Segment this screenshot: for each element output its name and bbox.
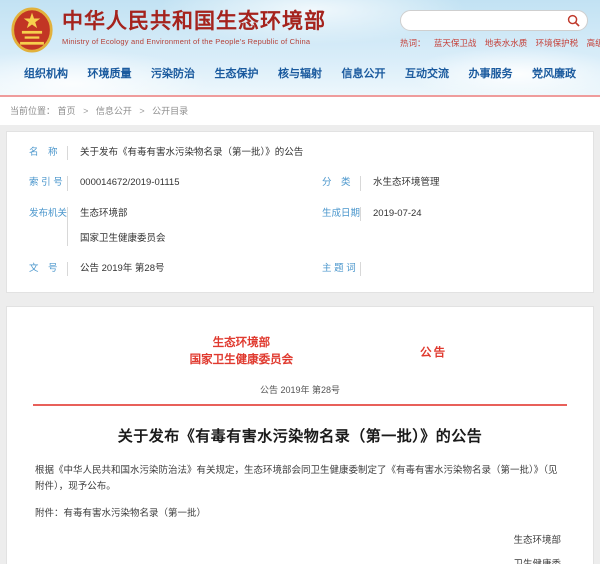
meta-label-issuing-authority: 发布机关 (7, 207, 67, 221)
hot-words: 热词： 蓝天保卫战 地表水水质 环境保护税 高级检索 (400, 37, 588, 49)
meta-value-name: 关于发布《有毒有害水污染物名录（第一批）》的公告 (67, 146, 593, 160)
meta-cell: 发布机关 生态环境部 国家卫生健康委员会 (7, 207, 300, 247)
signature-block: 生态环境部 卫生健康委 2019年7月23日 (39, 532, 561, 564)
meta-row-name: 名 称 关于发布《有毒有害水污染物名录（第一批）》的公告 (7, 138, 593, 168)
document-number: 公告 2019年 第28号 (7, 383, 593, 396)
search-icon (567, 14, 580, 27)
issuer-line-2: 国家卫生健康委员会 (80, 232, 300, 246)
meta-label-index-number: 索 引 号 (7, 176, 67, 190)
letterhead-org-2: 国家卫生健康委员会 (130, 352, 353, 369)
site-title: 中华人民共和国生态环境部 (62, 10, 326, 34)
nav-item-info-disclosure[interactable]: 信息公开 (342, 65, 386, 81)
site-header: 中华人民共和国生态环境部 Ministry of Ecology and Env… (0, 0, 600, 97)
hot-words-label: 热词： (400, 38, 426, 48)
document-body-paragraph: 根据《中华人民共和国水污染防治法》有关规定，生态环境部会同卫生健康委制定了《有毒… (35, 463, 565, 495)
letterhead-org-1: 生态环境部 (130, 335, 353, 352)
meta-value-category: 水生态环境管理 (360, 176, 593, 190)
meta-value-doc-number: 公告 2019年 第28号 (67, 262, 300, 276)
document-metadata-table: 名 称 关于发布《有毒有害水污染物名录（第一批）》的公告 索 引 号 00001… (6, 131, 594, 293)
hot-word-link[interactable]: 地表水水质 (485, 38, 528, 48)
header-right: 热词： 蓝天保卫战 地表水水质 环境保护税 高级检索 (400, 6, 588, 49)
meta-cell: 分 类 水生态环境管理 (300, 176, 593, 190)
breadcrumb-home[interactable]: 首页 (58, 106, 76, 116)
meta-cell: 主 题 词 (300, 262, 593, 276)
meta-row-doc-number: 文 号 公告 2019年 第28号 主 题 词 (7, 254, 593, 284)
signature-org-1: 生态环境部 (39, 532, 561, 546)
nav-item-env-quality[interactable]: 环境质量 (88, 65, 132, 81)
search-input[interactable] (408, 15, 567, 26)
meta-row-index: 索 引 号 000014672/2019-01115 分 类 水生态环境管理 (7, 168, 593, 198)
brand-text: 中华人民共和国生态环境部 Ministry of Ecology and Env… (62, 6, 326, 46)
meta-value-index-number: 000014672/2019-01115 (67, 176, 300, 190)
meta-label-name: 名 称 (7, 146, 67, 160)
meta-value-keywords (360, 262, 593, 276)
search-box (400, 10, 588, 31)
meta-label-doc-number: 文 号 (7, 262, 67, 276)
letterhead-announcement-label: 公告 (420, 344, 447, 360)
letterhead-divider (33, 404, 567, 406)
attachment-reference-line: 附件：有毒有害水污染物名录（第一批） (35, 505, 565, 519)
document-title: 关于发布《有毒有害水污染物名录（第一批）》的公告 (7, 425, 593, 446)
nav-item-services[interactable]: 办事服务 (469, 65, 513, 81)
national-emblem-icon (10, 6, 54, 54)
nav-item-interaction[interactable]: 互动交流 (405, 65, 449, 81)
breadcrumb-public-catalog[interactable]: 公开目录 (152, 106, 188, 116)
meta-label-generated-date: 生成日期 (300, 207, 360, 221)
nav-item-eco-protection[interactable]: 生态保护 (215, 65, 259, 81)
signature-org-2: 卫生健康委 (39, 556, 561, 564)
nav-item-nuclear-radiation[interactable]: 核与辐射 (278, 65, 322, 81)
nav-item-party-conduct[interactable]: 党风廉政 (532, 65, 576, 81)
official-document: 生态环境部 国家卫生健康委员会 公告 公告 2019年 第28号 关于发布《有毒… (6, 306, 594, 564)
hot-word-link[interactable]: 蓝天保卫战 (434, 38, 477, 48)
meta-label-keywords: 主 题 词 (300, 262, 360, 276)
meta-cell: 生成日期 2019-07-24 (300, 207, 593, 247)
page: 中华人民共和国生态环境部 Ministry of Ecology and Env… (0, 0, 600, 564)
brand-row: 中华人民共和国生态环境部 Ministry of Ecology and Env… (0, 0, 600, 58)
meta-cell: 文 号 公告 2019年 第28号 (7, 262, 300, 276)
breadcrumb-info-disclosure[interactable]: 信息公开 (96, 106, 132, 116)
letterhead-orgs: 生态环境部 国家卫生健康委员会 (130, 335, 353, 369)
meta-value-generated-date: 2019-07-24 (360, 207, 593, 221)
nav-item-pollution-control[interactable]: 污染防治 (151, 65, 195, 81)
hot-word-link[interactable]: 环境保护税 (536, 38, 579, 48)
search-button[interactable] (567, 14, 580, 27)
meta-cell: 名 称 关于发布《有毒有害水污染物名录（第一批）》的公告 (7, 146, 593, 160)
breadcrumb-separator: > (139, 106, 144, 116)
letterhead: 生态环境部 国家卫生健康委员会 公告 (7, 335, 593, 371)
meta-row-issuer: 发布机关 生态环境部 国家卫生健康委员会 生成日期 2019-07-24 (7, 199, 593, 255)
site-subtitle: Ministry of Ecology and Environment of t… (62, 37, 326, 46)
breadcrumb-label: 当前位置： (10, 106, 55, 116)
breadcrumb-separator: > (83, 106, 88, 116)
meta-cell: 索 引 号 000014672/2019-01115 (7, 176, 300, 190)
content-area: 名 称 关于发布《有毒有害水污染物名录（第一批）》的公告 索 引 号 00001… (0, 125, 600, 564)
nav-item-organization[interactable]: 组织机构 (24, 65, 68, 81)
main-nav: 组织机构 环境质量 污染防治 生态保护 核与辐射 信息公开 互动交流 办事服务 … (0, 58, 600, 88)
meta-label-category: 分 类 (300, 176, 360, 190)
issuer-line-1: 生态环境部 (80, 207, 300, 221)
hot-word-link[interactable]: 高级检索 (587, 38, 600, 48)
breadcrumb: 当前位置： 首页 > 信息公开 > 公开目录 (0, 97, 600, 125)
meta-value-issuing-authority: 生态环境部 国家卫生健康委员会 (67, 207, 300, 247)
